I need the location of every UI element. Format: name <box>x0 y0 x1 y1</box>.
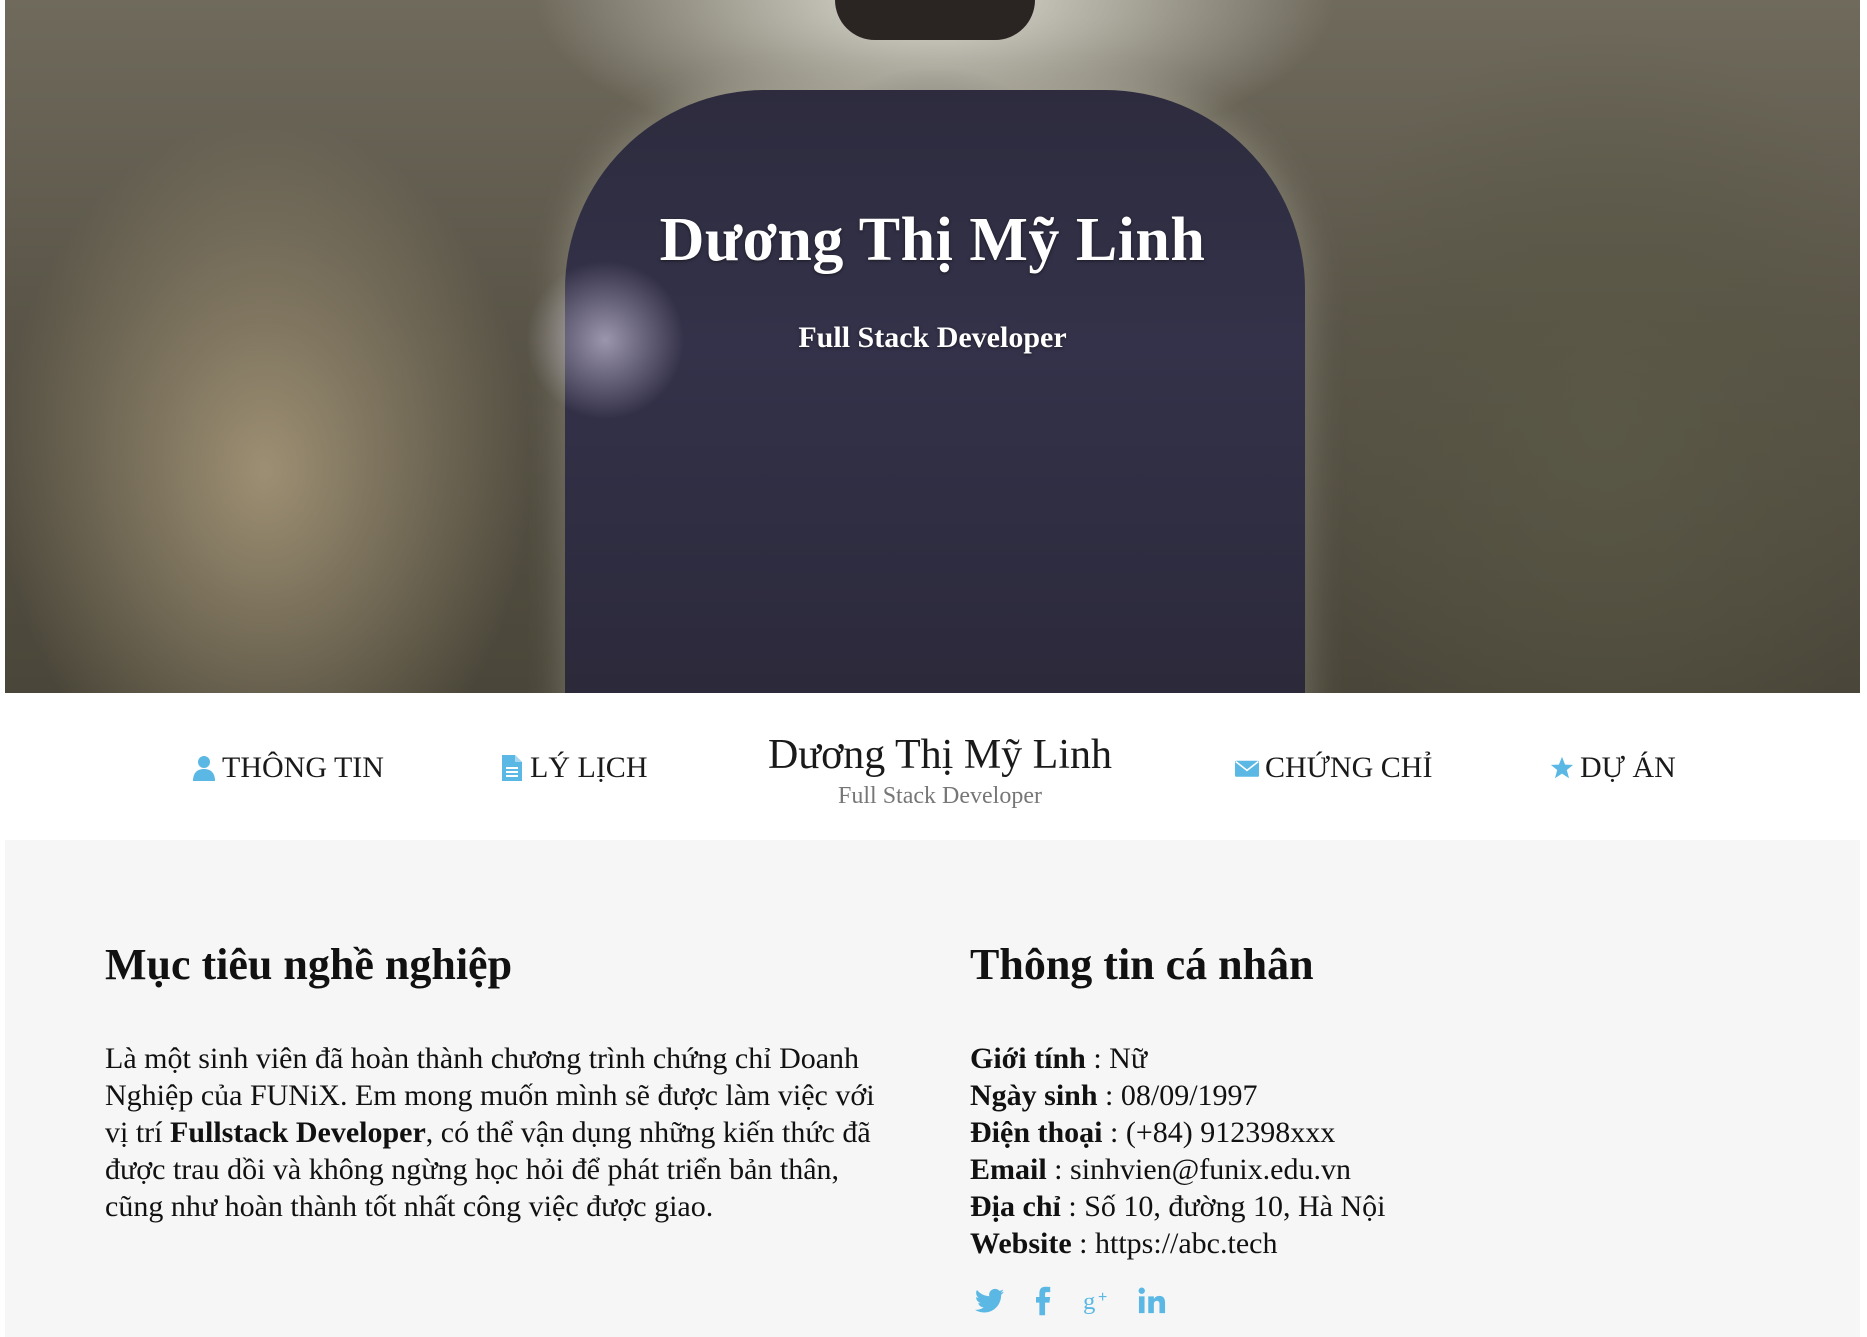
brand-role: Full Stack Developer <box>838 783 1042 809</box>
info-value: https://abc.tech <box>1095 1227 1278 1260</box>
info-gender: Giới tính : Nữ <box>970 1040 1750 1077</box>
social-links: g + <box>975 1285 1167 1317</box>
info-value: sinhvien@funix.edu.vn <box>1070 1153 1351 1186</box>
nav-label: THÔNG TIN <box>222 751 384 784</box>
info-value: Số 10, đường 10, Hà Nội <box>1084 1190 1386 1223</box>
facebook-link[interactable] <box>1029 1285 1059 1317</box>
brand-name: Dương Thị Mỹ Linh <box>767 732 1113 778</box>
info-key: Email <box>970 1153 1047 1186</box>
hero-subtitle: Full Stack Developer <box>798 321 1067 354</box>
info-email: Email : sinhvien@funix.edu.vn <box>970 1151 1750 1188</box>
nav-label: CHỨNG CHỈ <box>1265 751 1433 784</box>
career-text: Là một sinh viên đã hoàn thành chương tr… <box>105 1040 875 1225</box>
info-separator: : <box>1102 1116 1126 1149</box>
info-birthday: Ngày sinh : 08/09/1997 <box>970 1077 1750 1114</box>
facebook-icon <box>1036 1286 1051 1316</box>
info-value: 08/09/1997 <box>1120 1079 1258 1112</box>
nav-item-du-an[interactable]: DỰ ÁN <box>1550 750 1676 786</box>
nav-label: LÝ LỊCH <box>530 751 648 784</box>
info-phone: Điện thoại : (+84) 912398xxx <box>970 1114 1750 1151</box>
nav-brand[interactable]: Dương Thị Mỹ Linh Full Stack Developer <box>740 730 1140 810</box>
hero-photo-neck <box>835 0 1035 40</box>
info-value: Nữ <box>1109 1042 1148 1075</box>
page: Dương Thị Mỹ Linh Full Stack Developer T… <box>0 0 1867 1337</box>
linkedin-link[interactable] <box>1137 1285 1167 1317</box>
nav-item-ly-lich[interactable]: LÝ LỊCH <box>500 750 647 786</box>
twitter-link[interactable] <box>975 1285 1005 1317</box>
user-icon <box>193 756 215 781</box>
hero-banner: Dương Thị Mỹ Linh Full Stack Developer <box>5 0 1860 693</box>
star-icon <box>1550 756 1574 779</box>
info-key: Điện thoại <box>970 1116 1103 1149</box>
nav-label: DỰ ÁN <box>1580 751 1676 784</box>
career-objective: Mục tiêu nghề nghiệp Là một sinh viên đã… <box>105 940 875 1225</box>
career-title: Mục tiêu nghề nghiệp <box>105 940 513 989</box>
google-plus-icon: g + <box>1083 1288 1107 1315</box>
personal-info: Thông tin cá nhân Giới tính : Nữ Ngày si… <box>970 940 1750 1262</box>
hero-title: Dương Thị Mỹ Linh <box>659 206 1206 274</box>
personal-title: Thông tin cá nhân <box>970 940 1314 989</box>
info-separator: : <box>1097 1079 1121 1112</box>
info-separator: : <box>1046 1153 1071 1186</box>
nav-item-thong-tin[interactable]: THÔNG TIN <box>192 750 384 786</box>
info-key: Website <box>970 1227 1072 1260</box>
info-key: Ngày sinh <box>970 1079 1098 1112</box>
personal-info-list: Giới tính : Nữ Ngày sinh : 08/09/1997 Đi… <box>970 1040 1750 1262</box>
info-key: Địa chỉ <box>970 1190 1061 1223</box>
nav-item-chung-chi[interactable]: CHỨNG CHỈ <box>1235 750 1432 786</box>
envelope-icon <box>1235 760 1259 777</box>
document-icon <box>502 755 522 781</box>
info-separator: : <box>1085 1042 1110 1075</box>
linkedin-icon <box>1138 1287 1166 1314</box>
info-address: Địa chỉ : Số 10, đường 10, Hà Nội <box>970 1188 1750 1225</box>
twitter-icon <box>975 1288 1004 1313</box>
info-key: Giới tính <box>970 1042 1086 1075</box>
info-separator: : <box>1071 1227 1096 1260</box>
svg-text:+: + <box>1098 1289 1107 1306</box>
info-value: (+84) 912398xxx <box>1125 1116 1336 1149</box>
info-website: Website : https://abc.tech <box>970 1225 1750 1262</box>
svg-text:g: g <box>1083 1288 1095 1315</box>
hero-photo-person <box>565 90 1305 693</box>
career-position: Fullstack Developer <box>170 1116 426 1149</box>
google-plus-link[interactable]: g + <box>1083 1285 1113 1317</box>
info-separator: : <box>1060 1190 1085 1223</box>
